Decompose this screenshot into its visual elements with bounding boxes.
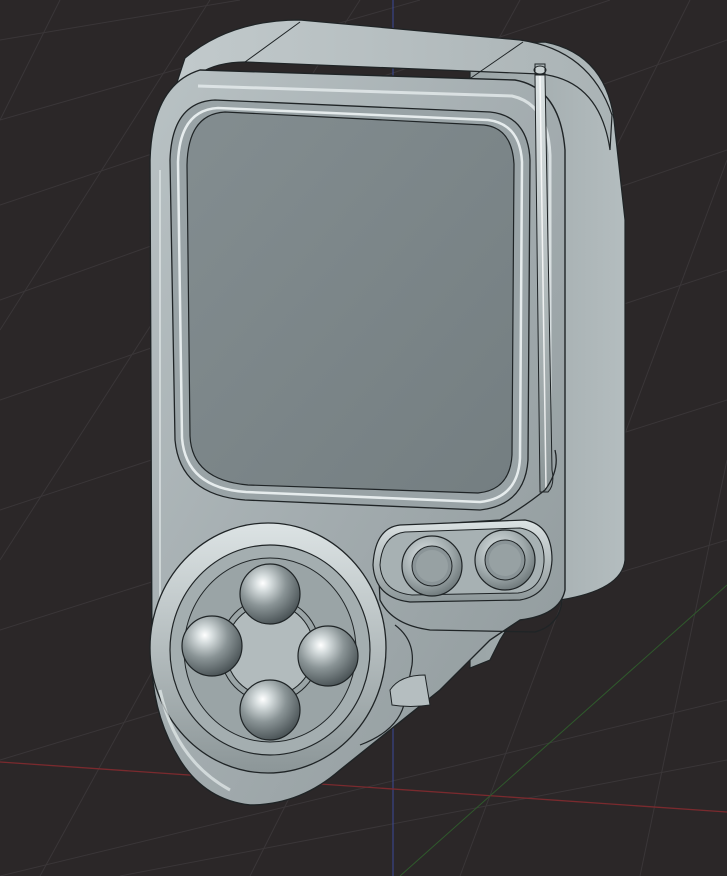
dpad-up-icon — [239, 563, 301, 625]
dpad-down-button[interactable] — [239, 679, 301, 741]
x-axis-line — [0, 761, 727, 813]
device-screen — [186, 111, 515, 494]
dpad-up-button[interactable] — [239, 563, 301, 625]
dpad-left-icon — [181, 615, 243, 677]
dpad-down-icon — [239, 679, 301, 741]
handheld-device-model[interactable] — [149, 19, 626, 806]
action-button-b[interactable] — [474, 529, 536, 591]
viewport-canvas — [0, 0, 727, 876]
dpad-right-button[interactable] — [297, 625, 359, 687]
dpad-left-button[interactable] — [181, 615, 243, 677]
dpad-right-icon — [297, 625, 359, 687]
action-button-a[interactable] — [401, 535, 463, 597]
3d-viewport[interactable] — [0, 0, 727, 876]
